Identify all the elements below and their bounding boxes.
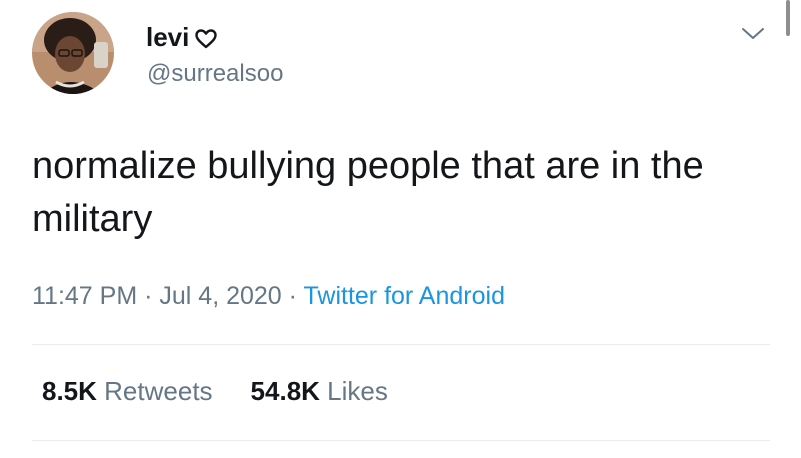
display-name[interactable]: levi	[146, 22, 189, 53]
tweet-time[interactable]: 11:47 PM	[32, 282, 137, 310]
tweet-meta: 11:47 PM · Jul 4, 2020 · Twitter for And…	[32, 282, 505, 311]
tweet-source-link[interactable]: Twitter for Android	[304, 282, 505, 310]
user-handle[interactable]: @surrealsoo	[147, 60, 283, 88]
retweets-count: 8.5K	[42, 376, 97, 406]
tweet-text: normalize bullying people that are in th…	[32, 145, 704, 240]
likes-count: 54.8K	[250, 376, 320, 406]
avatar[interactable]	[32, 12, 114, 94]
tweet-stats: 8.5K Retweets 54.8K Likes	[42, 376, 388, 407]
divider	[32, 344, 770, 345]
scrollbar[interactable]	[786, 0, 790, 36]
meta-separator: ·	[288, 282, 297, 310]
likes-label: Likes	[327, 376, 388, 406]
meta-separator: ·	[144, 282, 153, 310]
user-name-row[interactable]: levi	[146, 20, 218, 54]
retweets-label: Retweets	[104, 376, 213, 406]
divider	[32, 440, 770, 441]
heart-outline-icon	[195, 28, 218, 49]
avatar-image	[32, 12, 114, 94]
likes-stat[interactable]: 54.8K Likes	[251, 376, 388, 407]
chevron-down-icon[interactable]	[739, 24, 767, 44]
tweet-date[interactable]: Jul 4, 2020	[159, 282, 281, 310]
retweets-stat[interactable]: 8.5K Retweets	[42, 376, 213, 407]
